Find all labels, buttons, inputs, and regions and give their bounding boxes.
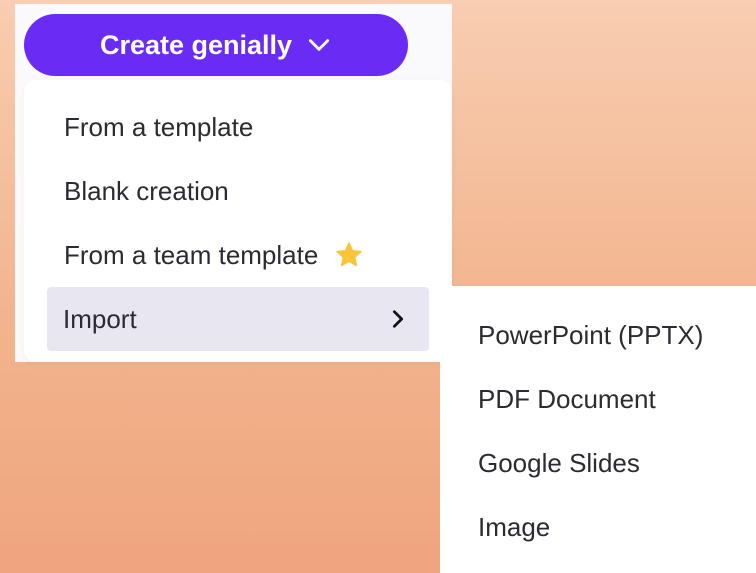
menu-item-blank-creation[interactable]: Blank creation — [48, 159, 428, 223]
menu-item-label: From a template — [64, 111, 254, 142]
submenu-item-google-slides[interactable]: Google Slides — [478, 433, 748, 493]
chevron-down-icon — [308, 39, 330, 51]
menu-item-label: From a team template — [64, 239, 319, 270]
chevron-right-icon — [392, 310, 404, 328]
create-genially-label: Create genially — [99, 29, 293, 60]
menu-item-import[interactable]: Import — [47, 287, 429, 351]
menu-item-label: Blank creation — [64, 175, 229, 206]
create-genially-button[interactable]: Create genially — [24, 14, 408, 76]
submenu-item-image[interactable]: Image — [478, 497, 748, 557]
import-submenu: PowerPoint (PPTX) PDF Document Google Sl… — [440, 286, 756, 573]
submenu-item-label: Google Slides — [478, 447, 640, 478]
submenu-item-label: PowerPoint (PPTX) — [478, 319, 704, 350]
submenu-item-label: Image — [478, 511, 551, 542]
star-icon — [336, 242, 362, 267]
submenu-item-label: PDF Document — [478, 383, 656, 414]
submenu-item-powerpoint[interactable]: PowerPoint (PPTX) — [478, 305, 748, 365]
submenu-item-pdf-document[interactable]: PDF Document — [478, 369, 748, 429]
menu-item-label: Import — [63, 303, 137, 334]
menu-item-from-team-template[interactable]: From a team template — [48, 223, 428, 287]
create-menu: From a template Blank creation From a te… — [24, 80, 452, 362]
menu-item-from-template[interactable]: From a template — [48, 95, 428, 159]
